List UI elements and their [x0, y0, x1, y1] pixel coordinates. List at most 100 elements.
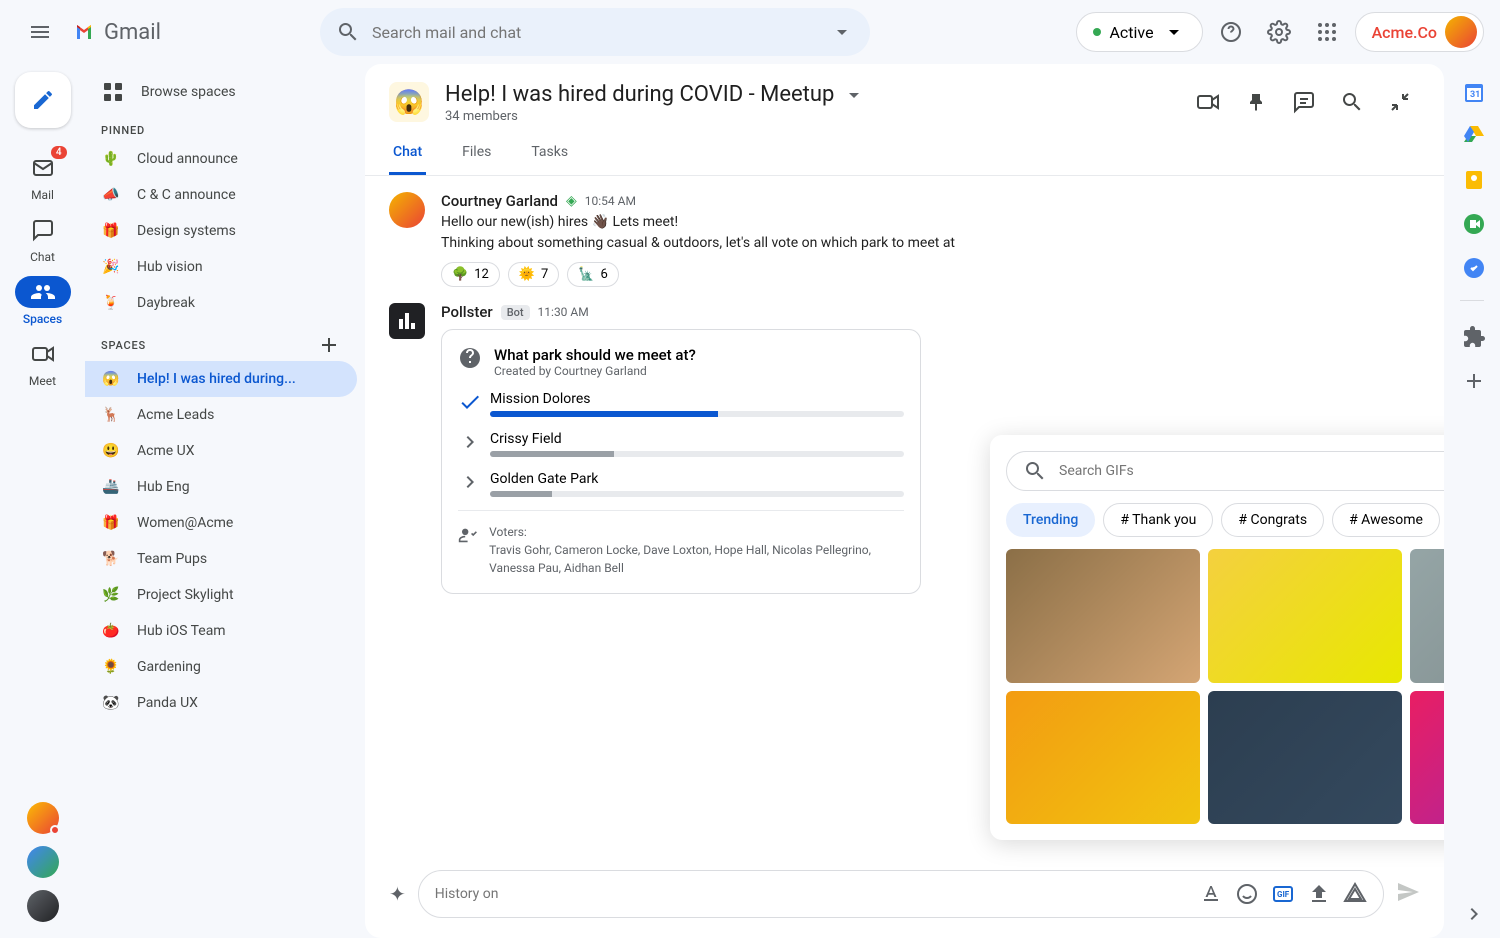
status-chip[interactable]: Active [1076, 12, 1202, 52]
tab-files[interactable]: Files [458, 132, 495, 175]
search-icon [1023, 459, 1047, 483]
settings-button[interactable] [1259, 12, 1299, 52]
sidebar-item[interactable]: 🎁Design systems [85, 213, 357, 249]
message-input-wrapper[interactable]: GIF [418, 870, 1384, 918]
sidebar-item[interactable]: 🦌Acme Leads [85, 397, 357, 433]
sidebar-item[interactable]: 😃Acme UX [85, 433, 357, 469]
space-emoji-icon: 😃 [101, 441, 121, 461]
message-input[interactable] [435, 886, 1191, 902]
reaction-chip[interactable]: 🗽6 [567, 262, 619, 287]
poll-option-name: Golden Gate Park [490, 471, 904, 487]
search-bar[interactable] [320, 8, 870, 56]
add-space-button[interactable] [317, 333, 341, 357]
gif-tag[interactable]: # Congrats [1221, 503, 1324, 537]
reaction-count: 7 [541, 267, 548, 282]
gif-thumbnail[interactable] [1006, 691, 1200, 825]
space-members[interactable]: 34 members [445, 109, 866, 124]
search-input[interactable] [372, 23, 818, 42]
sidebar-item[interactable]: 🐼Panda UX [85, 685, 357, 721]
space-dropdown-icon[interactable] [842, 83, 866, 107]
format-icon[interactable] [1199, 882, 1223, 906]
send-button[interactable] [1396, 880, 1420, 909]
calendar-app-icon[interactable]: 31 [1462, 80, 1482, 100]
gif-thumbnail[interactable] [1208, 691, 1402, 825]
main-menu-button[interactable] [16, 8, 64, 56]
gif-thumbnail[interactable] [1006, 549, 1200, 683]
search-options-icon[interactable] [830, 20, 854, 44]
emoji-icon[interactable] [1235, 882, 1259, 906]
sidebar-item[interactable]: 🎉Hub vision [85, 249, 357, 285]
rail-spaces[interactable]: Spaces [11, 272, 75, 330]
user-avatar-icon [389, 192, 425, 228]
space-emoji-icon: 😱 [101, 369, 121, 389]
rail-meet[interactable]: Meet [11, 334, 75, 392]
search-in-space-button[interactable] [1332, 82, 1372, 122]
sidebar-item[interactable]: 🎁Women@Acme [85, 505, 357, 541]
rail-chat-label: Chat [30, 250, 55, 264]
keep-app-icon[interactable] [1462, 168, 1482, 188]
compose-button[interactable] [15, 72, 71, 128]
presence-avatar-1[interactable] [27, 802, 59, 834]
reaction-chip[interactable]: 🌞7 [508, 262, 560, 287]
bot-avatar-icon [389, 303, 425, 339]
gif-tag[interactable]: # Thank you [1103, 503, 1213, 537]
gmail-logo[interactable]: Gmail [72, 20, 312, 45]
collapse-button[interactable] [1380, 82, 1420, 122]
sidebar-item[interactable]: 🌿Project Skylight [85, 577, 357, 613]
gif-thumbnail[interactable] [1410, 549, 1444, 683]
sidebar-item[interactable]: 😱Help! I was hired during... [85, 361, 357, 397]
gif-search-input[interactable] [1059, 463, 1444, 479]
sidebar-item[interactable]: 🐕Team Pups [85, 541, 357, 577]
tab-tasks[interactable]: Tasks [527, 132, 572, 175]
space-emoji-icon: 🦌 [101, 405, 121, 425]
rail-spaces-label: Spaces [23, 312, 62, 326]
reaction-chip[interactable]: 🌳12 [441, 262, 500, 287]
help-button[interactable] [1211, 12, 1251, 52]
sidebar-item[interactable]: 🌻Gardening [85, 649, 357, 685]
space-emoji-icon: 🚢 [101, 477, 121, 497]
rail-chat[interactable]: Chat [11, 210, 75, 268]
chevron-down-icon [1162, 20, 1186, 44]
video-call-button[interactable] [1188, 82, 1228, 122]
rail-mail[interactable]: 4 Mail [11, 148, 75, 206]
addons-button[interactable] [1462, 325, 1482, 345]
smart-compose-icon[interactable]: ✦ [389, 882, 406, 906]
spaces-icon [31, 280, 55, 304]
poll-option[interactable]: Mission Dolores [458, 390, 904, 418]
drive-app-icon[interactable] [1462, 124, 1482, 144]
sidebar-item[interactable]: 🍹Daybreak [85, 285, 357, 321]
sidebar-item[interactable]: 🚢Hub Eng [85, 469, 357, 505]
gif-tag[interactable]: # Awesome [1332, 503, 1440, 537]
poll-option[interactable]: Golden Gate Park [458, 470, 904, 498]
sidebar-item[interactable]: 🍅Hub iOS Team [85, 613, 357, 649]
svg-text:31: 31 [1470, 90, 1480, 100]
drive-icon[interactable] [1343, 882, 1367, 906]
meet-app-icon[interactable] [1462, 212, 1482, 232]
add-button[interactable] [1462, 369, 1482, 389]
gif-icon[interactable]: GIF [1271, 882, 1295, 906]
gif-search-bar[interactable] [1006, 451, 1444, 491]
apps-button[interactable] [1307, 12, 1347, 52]
collapse-panel-button[interactable] [1462, 902, 1482, 922]
chat-icon [31, 218, 55, 242]
gif-thumbnail[interactable] [1208, 549, 1402, 683]
message-time: 10:54 AM [585, 194, 636, 208]
tasks-app-icon[interactable] [1462, 256, 1482, 276]
pin-button[interactable] [1236, 82, 1276, 122]
account-switcher[interactable]: Acme.Co [1355, 12, 1484, 52]
poll-option[interactable]: Crissy Field [458, 430, 904, 458]
reaction-emoji: 🌞 [519, 267, 535, 282]
gif-thumbnail[interactable] [1410, 691, 1444, 825]
message-text-2: Thinking about something casual & outdoo… [441, 233, 1420, 254]
sidebar-item-label: Panda UX [137, 695, 198, 711]
rail-meet-label: Meet [29, 374, 56, 388]
presence-avatar-2[interactable] [27, 846, 59, 878]
sidebar-item[interactable]: 📣C & C announce [85, 177, 357, 213]
thread-button[interactable] [1284, 82, 1324, 122]
browse-spaces[interactable]: Browse spaces [85, 72, 357, 112]
gif-tag[interactable]: Trending [1006, 503, 1095, 537]
tab-chat[interactable]: Chat [389, 132, 426, 175]
presence-avatar-3[interactable] [27, 890, 59, 922]
upload-icon[interactable] [1307, 882, 1331, 906]
sidebar-item[interactable]: 🌵Cloud announce [85, 141, 357, 177]
